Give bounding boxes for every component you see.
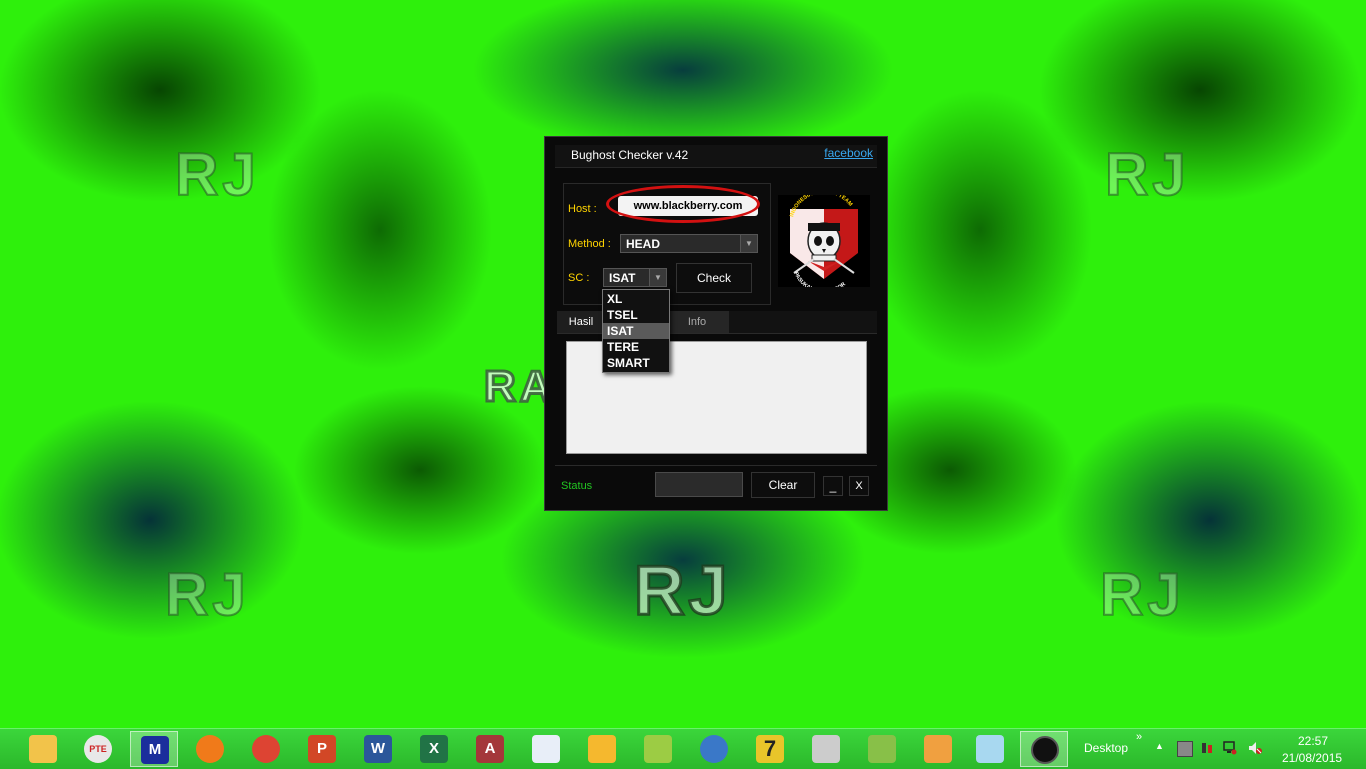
taskbar-pte-patch-button[interactable]: PTE: [74, 731, 122, 767]
visio-icon: [532, 735, 560, 763]
bughost-app-icon: [1031, 736, 1059, 764]
tray-usb-icon[interactable]: [1200, 741, 1214, 755]
taskbar-camera-tool-button[interactable]: [802, 731, 850, 767]
status-label: Status: [561, 480, 593, 492]
tab-info[interactable]: Info: [665, 311, 729, 333]
wallpaper-watermark: RJ: [164, 560, 250, 629]
footer-bar: Status Clear _ X: [555, 465, 877, 504]
request-form-group: Host : Method : HEAD ▼ SC : ISAT ▼ Check: [563, 183, 771, 305]
sc-value: ISAT: [609, 271, 636, 285]
skull-emblem-icon: INDONESIAN CYBER TEAM PASUKAN ANTI TEROR: [789, 189, 858, 295]
taskbar-webcam-button[interactable]: [690, 731, 738, 767]
taskbar-chrome-button[interactable]: [242, 731, 290, 767]
taskbar-paint-tool-button[interactable]: [578, 731, 626, 767]
network-icon[interactable]: [1223, 741, 1237, 755]
taskbar-powerpoint-button[interactable]: P: [298, 731, 346, 767]
desktop-toolbar-label[interactable]: Desktop: [1084, 741, 1128, 755]
paint-icon: [924, 735, 952, 763]
volume-muted-icon[interactable]: [1248, 741, 1262, 755]
sc-option-smart[interactable]: SMART: [603, 355, 669, 371]
sc-label: SC :: [568, 272, 590, 284]
pte-patch-icon: PTE: [84, 735, 112, 763]
method-label: Method :: [568, 238, 611, 250]
window-title: Bughost Checker v.42: [571, 148, 689, 162]
sc-option-tsel[interactable]: TSEL: [603, 307, 669, 323]
facebook-link[interactable]: facebook: [824, 146, 873, 160]
seven-zip-icon: 7: [756, 735, 784, 763]
taskbar-word-button[interactable]: W: [354, 731, 402, 767]
taskbar-visio-button[interactable]: [522, 731, 570, 767]
chevron-down-icon[interactable]: ▼: [740, 235, 757, 252]
green-tool-icon: [868, 735, 896, 763]
method-value: HEAD: [626, 237, 661, 251]
webcam-icon: [700, 735, 728, 763]
title-bar[interactable]: Bughost Checker v.42 facebook: [555, 145, 877, 168]
taskbar-paint-button[interactable]: [914, 731, 962, 767]
host-input[interactable]: [618, 196, 758, 216]
taskbar-file-explorer-button[interactable]: [19, 731, 67, 767]
clock-date[interactable]: 21/08/2015: [1282, 751, 1342, 765]
firefox-icon: [196, 735, 224, 763]
sc-select[interactable]: ISAT ▼: [603, 268, 667, 287]
sc-option-xl[interactable]: XL: [603, 291, 669, 307]
taskbar-m-app-button[interactable]: M: [130, 731, 178, 767]
wallpaper-watermark: RJ: [1099, 560, 1185, 629]
clock-time[interactable]: 22:57: [1298, 734, 1328, 748]
chevron-down-icon[interactable]: ▼: [649, 269, 666, 286]
m-app-icon: M: [141, 736, 169, 764]
method-select[interactable]: HEAD ▼: [620, 234, 758, 253]
tab-hasil[interactable]: Hasil: [557, 311, 605, 333]
taskbar-green-tool-button[interactable]: [858, 731, 906, 767]
camera-tool-icon: [812, 735, 840, 763]
word-icon: W: [364, 735, 392, 763]
wallpaper-watermark: RJ: [1104, 140, 1190, 209]
file-explorer-icon: [29, 735, 57, 763]
taskbar-bughost-app-button[interactable]: [1020, 731, 1068, 767]
taskbar-firefox-button[interactable]: [186, 731, 234, 767]
excel-icon: X: [420, 735, 448, 763]
sc-option-isat[interactable]: ISAT: [603, 323, 669, 339]
taskbar-notepad-button[interactable]: [966, 731, 1014, 767]
pencil-tool-icon: [644, 735, 672, 763]
access-icon: A: [476, 735, 504, 763]
chrome-icon: [252, 735, 280, 763]
progress-bar: [655, 472, 743, 497]
show-hidden-icons-arrow-icon[interactable]: ▲: [1155, 741, 1164, 751]
sc-dropdown-list: XL TSEL ISAT TERE SMART: [602, 289, 670, 373]
taskbar-excel-button[interactable]: X: [410, 731, 458, 767]
toolbar-chevron-icon[interactable]: »: [1136, 731, 1142, 743]
tray-square-icon[interactable]: [1177, 741, 1193, 757]
host-label: Host :: [568, 203, 597, 215]
taskbar-access-button[interactable]: A: [466, 731, 514, 767]
powerpoint-icon: P: [308, 735, 336, 763]
minimize-button[interactable]: _: [823, 476, 843, 496]
wallpaper-watermark: RJ: [174, 140, 260, 209]
bughost-checker-window: Bughost Checker v.42 facebook Host : Met…: [544, 136, 888, 511]
wallpaper-watermark-center: RJ: [632, 550, 732, 631]
taskbar: PTE M P W X A 7 Desktop » ▲: [0, 728, 1366, 769]
taskbar-pencil-tool-button[interactable]: [634, 731, 682, 767]
check-button-label: Check: [696, 271, 731, 285]
team-logo: INDONESIAN CYBER TEAM PASUKAN ANTI TEROR: [778, 189, 870, 295]
paint-tool-icon: [588, 735, 616, 763]
close-button[interactable]: X: [849, 476, 869, 496]
sc-option-tere[interactable]: TERE: [603, 339, 669, 355]
check-button[interactable]: Check: [676, 263, 752, 293]
taskbar-seven-zip-button[interactable]: 7: [746, 731, 794, 767]
notepad-icon: [976, 735, 1004, 763]
clear-button[interactable]: Clear: [751, 472, 815, 498]
